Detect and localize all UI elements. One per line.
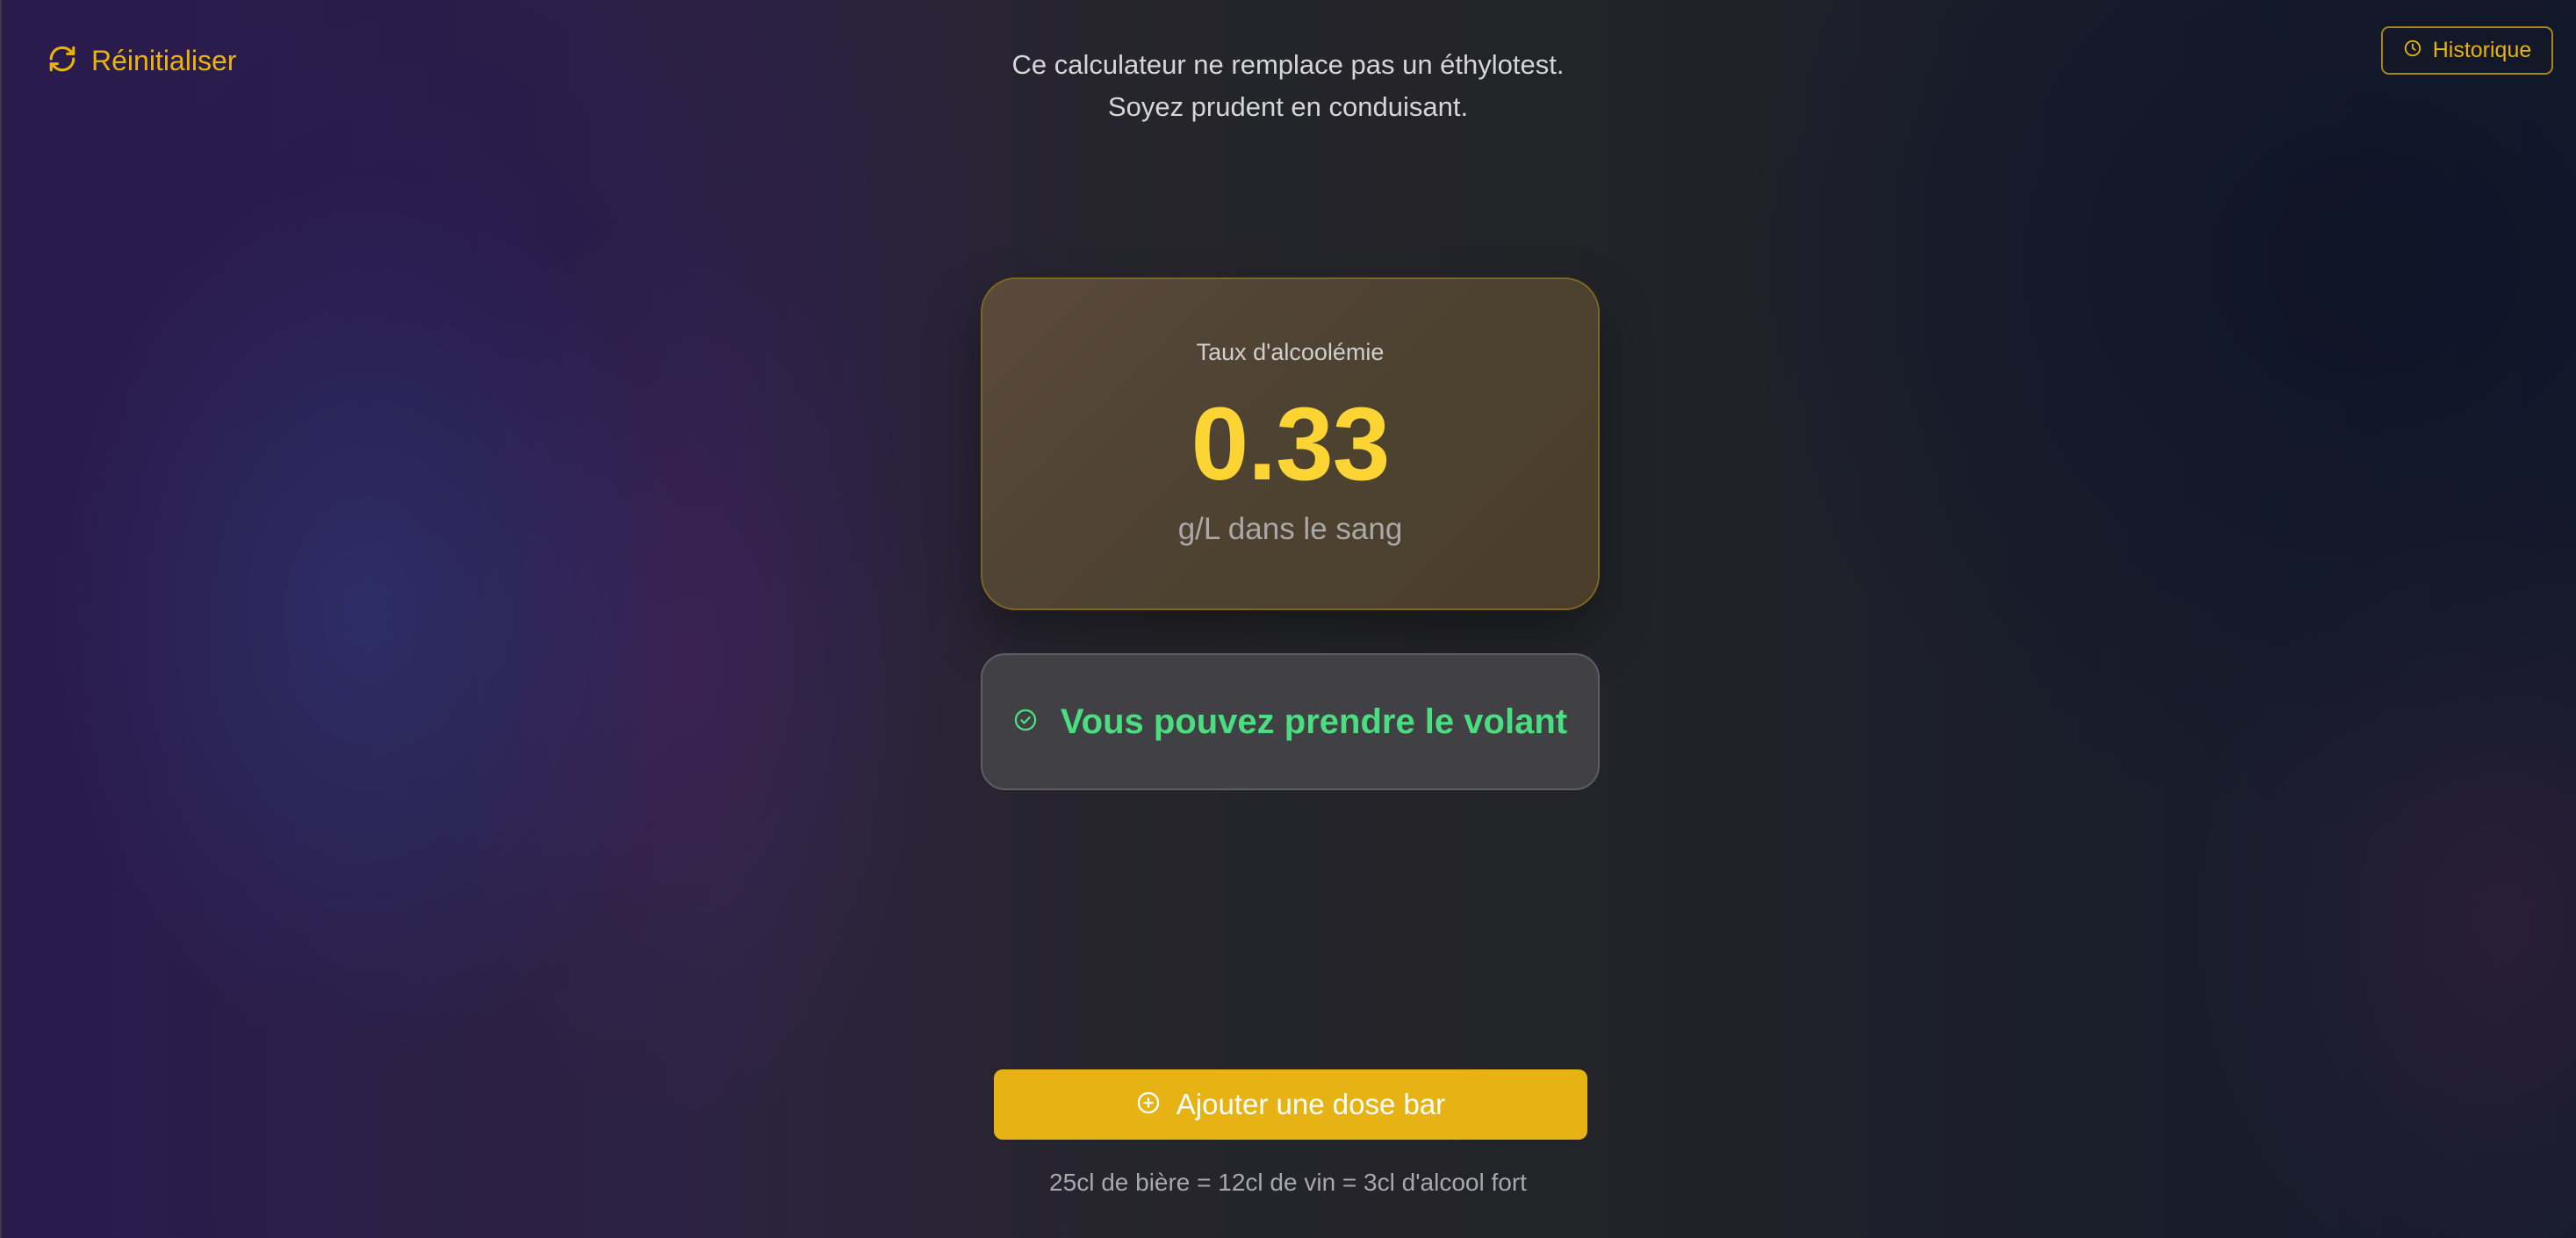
reset-label: Réinitialiser [91,45,237,76]
refresh-icon [47,44,77,78]
plus-circle-icon [1136,1090,1161,1119]
driving-status-label: Vous pouvez prendre le volant [1060,702,1568,741]
window-edge [0,0,2,1238]
bac-result-card: Taux d'alcoolémie 0.33 g/L dans le sang [981,277,1600,610]
clock-icon [2403,39,2422,62]
dose-equivalence-note: 25cl de bière = 12cl de vin = 3cl d'alco… [1049,1169,1527,1196]
history-button[interactable]: Historique [2381,26,2553,75]
disclaimer: Ce calculateur ne remplace pas un éthylo… [849,44,1727,128]
driving-status-card: Vous pouvez prendre le volant [981,653,1600,790]
disclaimer-line-2: Soyez prudent en conduisant. [1107,91,1469,122]
check-circle-icon [1013,708,1038,737]
bac-title: Taux d'alcoolémie [1196,339,1385,365]
bac-unit: g/L dans le sang [1177,512,1403,546]
reset-button[interactable]: Réinitialiser [47,44,236,78]
history-label: Historique [2432,38,2532,62]
disclaimer-line-1: Ce calculateur ne remplace pas un éthylo… [1011,49,1565,80]
bac-value: 0.33 [1191,386,1391,502]
add-dose-button[interactable]: Ajouter une dose bar [994,1069,1587,1140]
add-dose-label: Ajouter une dose bar [1176,1088,1446,1120]
